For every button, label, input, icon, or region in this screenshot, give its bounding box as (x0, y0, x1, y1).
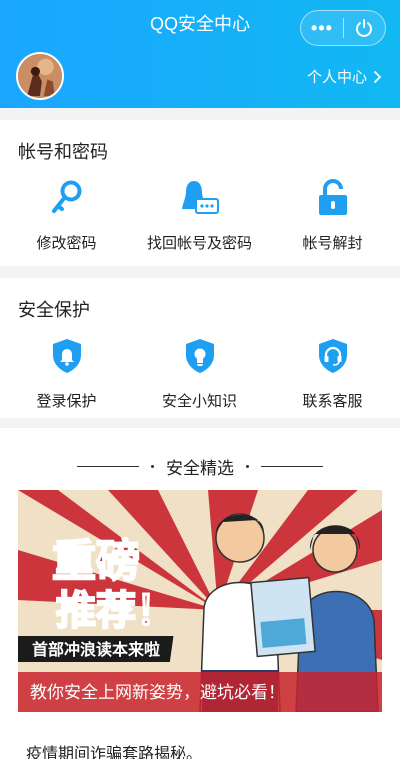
section-title: 安全保护 (18, 300, 90, 320)
unblock-account-label: 帐号解封 (302, 235, 363, 252)
shield-bell-icon (52, 339, 81, 373)
featured-header: 安全精选 (0, 454, 400, 479)
avatar[interactable] (16, 52, 64, 100)
shield-headset-icon (318, 339, 347, 373)
more-button[interactable]: ••• (301, 11, 343, 45)
banner-subline: 首部冲浪读本来啦 (32, 640, 160, 659)
recover-account-label: 找回帐号及密码 (146, 235, 252, 252)
key-icon (51, 180, 81, 213)
unlock-icon (318, 179, 347, 215)
more-icon: ••• (311, 17, 333, 38)
recover-account-button[interactable]: 找回帐号及密码 (133, 178, 266, 253)
header-bar: QQ安全中心 ••• 个人中心 (0, 0, 400, 108)
personal-center-link[interactable]: 个人中心 (307, 66, 382, 87)
chevron-right-icon (373, 70, 382, 83)
change-password-button[interactable]: 修改密码 (0, 178, 133, 253)
banner-headline-1: 重磅 (52, 536, 140, 587)
personal-center-label: 个人中心 (306, 69, 367, 86)
contact-support-button[interactable]: 联系客服 (266, 336, 399, 411)
banner-headline-2: 推荐！ (56, 588, 176, 634)
unblock-account-button[interactable]: 帐号解封 (266, 178, 399, 253)
login-protection-button[interactable]: 登录保护 (0, 336, 133, 411)
user-card-icon (181, 181, 219, 214)
divider-line (77, 466, 139, 467)
shield-bulb-icon (185, 339, 214, 373)
security-tips-button[interactable]: 安全小知识 (133, 336, 266, 411)
change-password-label: 修改密码 (36, 235, 97, 252)
login-protection-label: 登录保护 (36, 393, 97, 410)
contact-support-label: 联系客服 (302, 393, 363, 410)
article-title[interactable]: 疫情期间诈骗套路揭秘。 (26, 740, 202, 759)
featured-section: 安全精选 重磅 推荐！ 首部冲浪读本来啦 教你安全上网新姿势，避坑必看！ 疫情期… (0, 428, 400, 759)
featured-title: 安全精选 (166, 459, 234, 478)
mini-program-capsule: ••• (300, 10, 386, 46)
account-password-card: 帐号和密码 修改密码 找回帐号及密码 帐号解封 (0, 120, 400, 266)
section-title: 帐号和密码 (18, 142, 108, 162)
security-protection-card: 安全保护 登录保护 安全小知识 联系客服 (0, 278, 400, 418)
featured-banner[interactable]: 重磅 推荐！ 首部冲浪读本来啦 教你安全上网新姿势，避坑必看！ (18, 490, 382, 712)
power-icon (356, 19, 373, 37)
close-button[interactable] (344, 11, 385, 45)
divider-line (261, 466, 323, 467)
divider-dot (246, 465, 249, 468)
book-illustration (250, 576, 316, 658)
divider-dot (151, 465, 154, 468)
security-tips-label: 安全小知识 (161, 393, 237, 410)
banner-caption: 教你安全上网新姿势，避坑必看！ (30, 683, 285, 703)
